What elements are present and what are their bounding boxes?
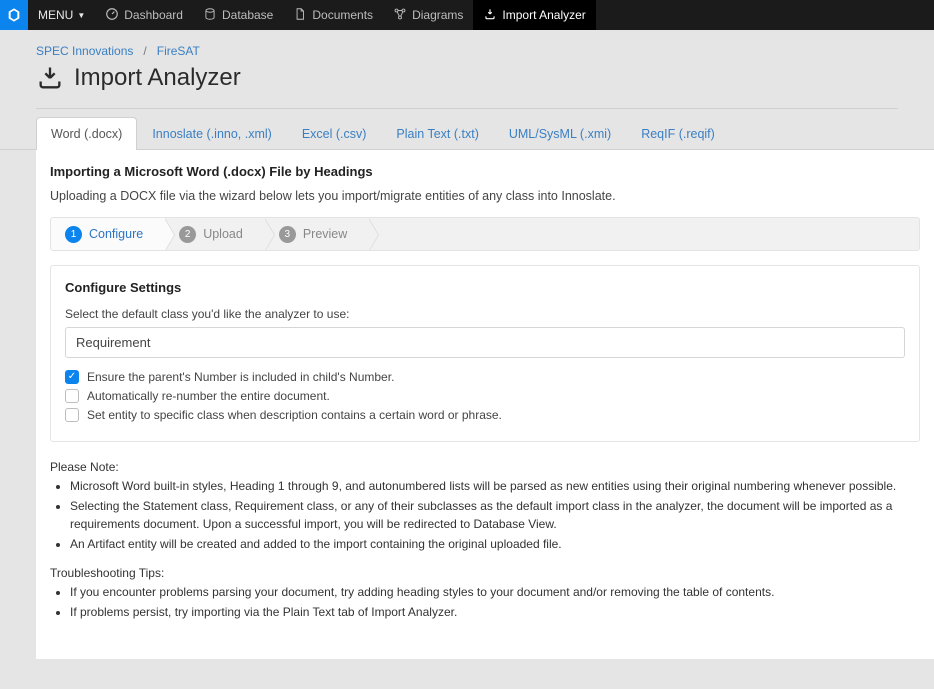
checkbox[interactable] [65, 370, 79, 384]
checkbox-label: Automatically re-number the entire docum… [87, 389, 330, 403]
nav-item-database[interactable]: Database [193, 0, 283, 30]
notes-section: Please Note: Microsoft Word built-in sty… [50, 460, 920, 621]
nav-label: Database [222, 8, 273, 22]
nav-label: Dashboard [124, 8, 183, 22]
step-label: Configure [89, 227, 143, 241]
checkbox[interactable] [65, 408, 79, 422]
wizard-step-configure[interactable]: 1 Configure [51, 218, 165, 250]
breadcrumb: SPEC Innovations / FireSAT [0, 44, 934, 64]
trouble-item: If you encounter problems parsing your d… [70, 584, 920, 601]
nav-item-dashboard[interactable]: Dashboard [95, 0, 193, 30]
format-tabs: Word (.docx)Innoslate (.inno, .xml)Excel… [0, 117, 934, 150]
wizard-step-preview[interactable]: 3 Preview [265, 218, 369, 250]
configure-box: Configure Settings Select the default cl… [50, 265, 920, 442]
note-list: Microsoft Word built-in styles, Heading … [70, 478, 920, 554]
step-number: 3 [279, 226, 296, 243]
step-label: Preview [303, 227, 347, 241]
top-nav: MENU ▼ Dashboard Database Documents Diagram… [0, 0, 934, 30]
menu-button[interactable]: MENU ▼ [28, 0, 95, 30]
page-title: Import Analyzer [74, 64, 241, 92]
nav-label: Diagrams [412, 8, 463, 22]
db-icon [203, 7, 217, 24]
tab-plain[interactable]: Plain Text (.txt) [381, 117, 493, 150]
note-item: Microsoft Word built-in styles, Heading … [70, 478, 920, 495]
checkbox-row: Ensure the parent's Number is included i… [65, 370, 905, 384]
checkbox-label: Ensure the parent's Number is included i… [87, 370, 394, 384]
configure-heading: Configure Settings [65, 280, 905, 295]
breadcrumb-project[interactable]: FireSAT [157, 44, 200, 58]
trouble-item: If problems persist, try importing via t… [70, 604, 920, 621]
note-item: An Artifact entity will be created and a… [70, 536, 920, 553]
note-item: Selecting the Statement class, Requireme… [70, 498, 920, 533]
download-icon [36, 64, 64, 92]
tab-panel: Importing a Microsoft Word (.docx) File … [36, 150, 934, 659]
menu-label: MENU [38, 8, 73, 22]
checkbox-row: Automatically re-number the entire docum… [65, 389, 905, 403]
nav-item-documents[interactable]: Documents [283, 0, 383, 30]
tab-excel[interactable]: Excel (.csv) [287, 117, 382, 150]
gauge-icon [105, 7, 119, 24]
wizard-steps: 1 Configure 2 Upload 3 Preview [50, 217, 920, 251]
diagram-icon [393, 7, 407, 24]
logo-icon [6, 6, 22, 24]
divider [36, 108, 898, 109]
download-icon [483, 7, 497, 24]
wizard-step-upload[interactable]: 2 Upload [165, 218, 265, 250]
step-label: Upload [203, 227, 243, 241]
select-label: Select the default class you'd like the … [65, 307, 905, 321]
section-heading: Importing a Microsoft Word (.docx) File … [50, 164, 920, 179]
app-logo[interactable] [0, 0, 28, 30]
trouble-list: If you encounter problems parsing your d… [70, 584, 920, 622]
page-body: SPEC Innovations / FireSAT Import Analyz… [0, 30, 934, 689]
troubleshoot-label: Troubleshooting Tips: [50, 566, 920, 580]
checkbox-label: Set entity to specific class when descri… [87, 408, 502, 422]
nav-label: Import Analyzer [502, 8, 585, 22]
tab-uml/sysml[interactable]: UML/SysML (.xmi) [494, 117, 626, 150]
tab-word[interactable]: Word (.docx) [36, 117, 137, 150]
default-class-select[interactable]: Requirement [65, 327, 905, 358]
doc-icon [293, 7, 307, 24]
checkbox-row: Set entity to specific class when descri… [65, 408, 905, 422]
breadcrumb-org[interactable]: SPEC Innovations [36, 44, 133, 58]
page-title-row: Import Analyzer [0, 64, 934, 108]
caret-down-icon: ▼ [77, 11, 85, 20]
step-number: 1 [65, 226, 82, 243]
nav-item-diagrams[interactable]: Diagrams [383, 0, 473, 30]
section-intro: Uploading a DOCX file via the wizard bel… [50, 189, 920, 203]
tab-reqif[interactable]: ReqIF (.reqif) [626, 117, 730, 150]
tab-innoslate[interactable]: Innoslate (.inno, .xml) [137, 117, 287, 150]
nav-label: Documents [312, 8, 373, 22]
nav-item-import-analyzer[interactable]: Import Analyzer [473, 0, 595, 30]
step-number: 2 [179, 226, 196, 243]
checkbox[interactable] [65, 389, 79, 403]
please-note-label: Please Note: [50, 460, 920, 474]
